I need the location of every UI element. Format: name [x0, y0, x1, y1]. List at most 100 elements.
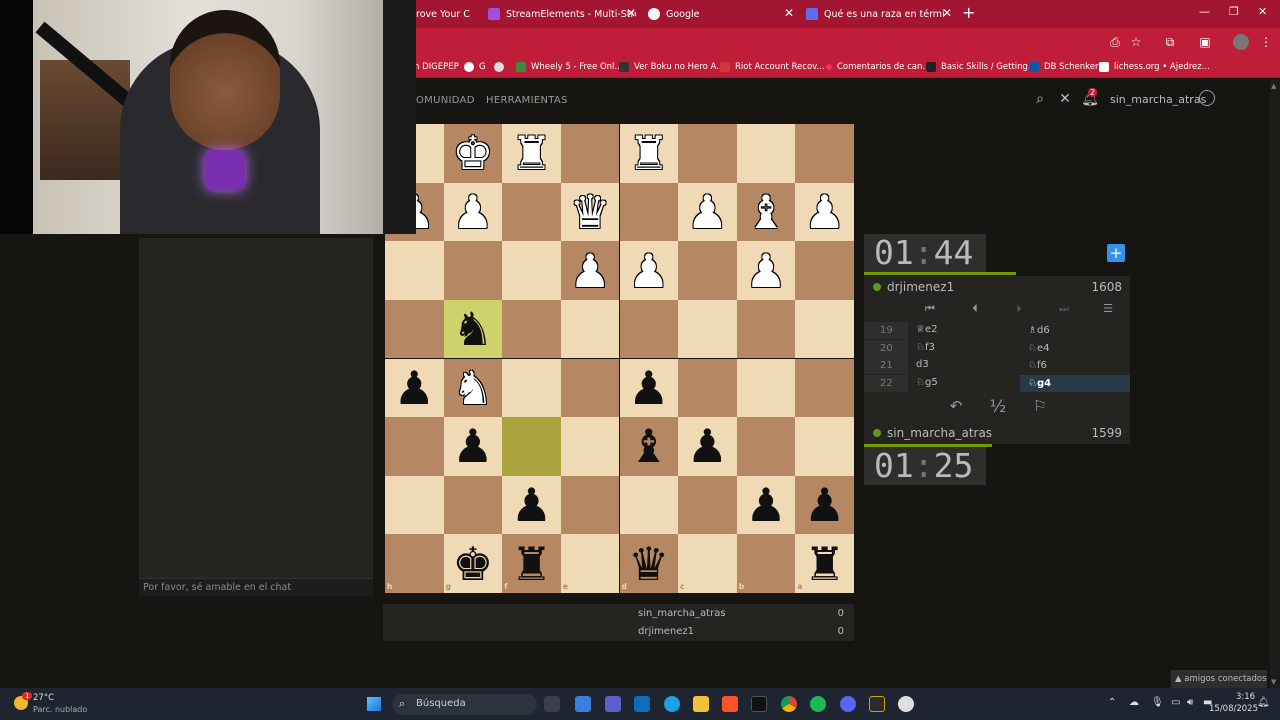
- taskbar-date[interactable]: 15/08/2025: [1209, 704, 1258, 714]
- bookmark-lichess[interactable]: lichess.org • Ajedrez...: [1099, 60, 1210, 74]
- board-square[interactable]: [385, 241, 444, 300]
- board-square[interactable]: [619, 182, 679, 242]
- spotify-icon[interactable]: [810, 696, 826, 712]
- black-piece[interactable]: ♜: [795, 534, 854, 593]
- board-square[interactable]: [502, 182, 561, 242]
- crosstable-name[interactable]: sin_marcha_atras: [638, 608, 726, 619]
- black-piece[interactable]: ♟: [444, 417, 503, 476]
- white-piece[interactable]: ♜: [502, 124, 561, 183]
- obs-icon[interactable]: [869, 696, 885, 712]
- new-tab-button[interactable]: +: [962, 3, 975, 22]
- tiktok-icon[interactable]: [751, 696, 767, 712]
- tray-overflow-icon[interactable]: ⌃: [1108, 697, 1116, 708]
- white-move[interactable]: d3: [916, 359, 929, 370]
- board-square[interactable]: [736, 299, 796, 359]
- black-piece[interactable]: ♞: [444, 300, 503, 359]
- board-square[interactable]: [678, 299, 737, 359]
- board-square[interactable]: [502, 358, 561, 418]
- white-piece[interactable]: ♞: [444, 359, 503, 418]
- board-square[interactable]: [678, 534, 737, 593]
- browser-tab-google[interactable]: Google ✕: [648, 4, 794, 24]
- white-move[interactable]: ♘f3: [916, 342, 935, 353]
- board-square[interactable]: [736, 358, 796, 418]
- browser-tab-1[interactable]: rove Your C: [416, 4, 486, 24]
- black-piece[interactable]: ♛: [620, 534, 679, 593]
- board-square[interactable]: [736, 534, 796, 593]
- close-tab-icon[interactable]: ✕: [942, 6, 952, 20]
- white-piece[interactable]: ♝: [737, 183, 796, 242]
- white-move[interactable]: ♕e2: [916, 324, 937, 335]
- board-square[interactable]: [502, 241, 561, 300]
- install-app-icon[interactable]: ⎙: [1107, 34, 1123, 50]
- board-square[interactable]: [443, 241, 503, 300]
- taskbar-time[interactable]: 3:16: [1236, 692, 1255, 702]
- bookmark-basic-skills[interactable]: Basic Skills / Getting...: [926, 60, 1036, 74]
- white-piece[interactable]: ♟: [737, 241, 796, 300]
- opponent-name[interactable]: drjimenez1: [887, 280, 954, 294]
- black-piece[interactable]: ♟: [795, 476, 854, 535]
- microphone-icon[interactable]: 🎙︎: [1151, 697, 1164, 708]
- board-square[interactable]: [385, 299, 444, 359]
- bookmark-google[interactable]: G: [464, 60, 486, 74]
- app-icon[interactable]: [898, 696, 914, 712]
- notifications-icon[interactable]: 🔔︎: [1257, 697, 1270, 708]
- board-square[interactable]: [795, 124, 854, 183]
- board-square[interactable]: [678, 475, 737, 535]
- discord-icon[interactable]: [840, 696, 856, 712]
- onedrive-icon[interactable]: ☁: [1129, 697, 1139, 708]
- brave-icon[interactable]: [722, 696, 738, 712]
- white-piece[interactable]: ♟: [444, 183, 503, 242]
- black-piece[interactable]: ♟: [385, 359, 444, 418]
- black-move[interactable]: ♘g4: [1020, 374, 1130, 392]
- board-square[interactable]: [560, 475, 620, 535]
- board-square[interactable]: [560, 417, 620, 476]
- board-square[interactable]: [560, 124, 620, 183]
- board-square[interactable]: [560, 299, 620, 359]
- search-icon[interactable]: ⌕: [1031, 90, 1049, 108]
- black-piece[interactable]: ♟: [502, 476, 561, 535]
- board-square[interactable]: [502, 417, 561, 476]
- chrome-icon[interactable]: [781, 696, 797, 712]
- friends-online-button[interactable]: ▲ amigos conectados: [1171, 670, 1267, 688]
- browser-menu-icon[interactable]: ⋮: [1258, 34, 1274, 50]
- page-scrollbar[interactable]: ▲ ▼: [1270, 80, 1280, 688]
- white-piece[interactable]: ♟: [795, 183, 854, 242]
- black-move[interactable]: ♘e4: [1020, 340, 1130, 357]
- black-move[interactable]: ♗d6: [1020, 322, 1130, 339]
- menu-icon[interactable]: ☰: [1098, 302, 1118, 318]
- bookmark-boku[interactable]: Ver Boku no Hero A...: [619, 60, 724, 74]
- profile-avatar-icon[interactable]: [1233, 34, 1249, 50]
- minimize-icon[interactable]: —: [1199, 5, 1210, 18]
- board-square[interactable]: [385, 417, 444, 476]
- store-icon[interactable]: [575, 696, 591, 712]
- black-piece[interactable]: ♜: [502, 534, 561, 593]
- username-link[interactable]: sin_marcha_atras: [1110, 93, 1206, 106]
- taskbar-search[interactable]: ⌕ Búsqueda: [392, 694, 537, 715]
- last-move-icon[interactable]: ⏭: [1054, 302, 1074, 318]
- scroll-up-icon[interactable]: ▲: [1271, 82, 1276, 90]
- takeback-icon[interactable]: ↶: [945, 397, 967, 415]
- black-move[interactable]: ♘f6: [1020, 357, 1130, 374]
- board-square[interactable]: [443, 475, 503, 535]
- bookmark-digepep[interactable]: n DIGEPEP: [414, 60, 459, 74]
- board-square[interactable]: [795, 241, 854, 300]
- resign-flag-icon[interactable]: ⚐: [1029, 397, 1051, 415]
- scroll-down-icon[interactable]: ▼: [1271, 678, 1276, 686]
- maximize-icon[interactable]: ❐: [1229, 5, 1239, 18]
- browser-tab-streamelements[interactable]: StreamElements - Multi-Stream ✕: [488, 4, 636, 24]
- board-square[interactable]: [736, 417, 796, 476]
- crosstable-name[interactable]: drjimenez1: [638, 626, 694, 637]
- black-piece[interactable]: ♟: [737, 476, 796, 535]
- bookmark-db-schenker[interactable]: DB Schenker: [1029, 60, 1099, 74]
- white-piece[interactable]: ♟: [561, 241, 620, 300]
- board-square[interactable]: [619, 475, 679, 535]
- outlook-icon[interactable]: [634, 696, 650, 712]
- bookmark-globe[interactable]: [494, 60, 509, 74]
- black-piece[interactable]: ♝: [620, 417, 679, 476]
- white-piece[interactable]: ♟: [678, 183, 737, 242]
- task-view-icon[interactable]: [544, 696, 560, 712]
- side-panel-icon[interactable]: ▣: [1197, 34, 1213, 50]
- board-square[interactable]: [385, 534, 444, 593]
- next-move-icon[interactable]: ⏵: [1009, 302, 1029, 318]
- board-square[interactable]: [385, 475, 444, 535]
